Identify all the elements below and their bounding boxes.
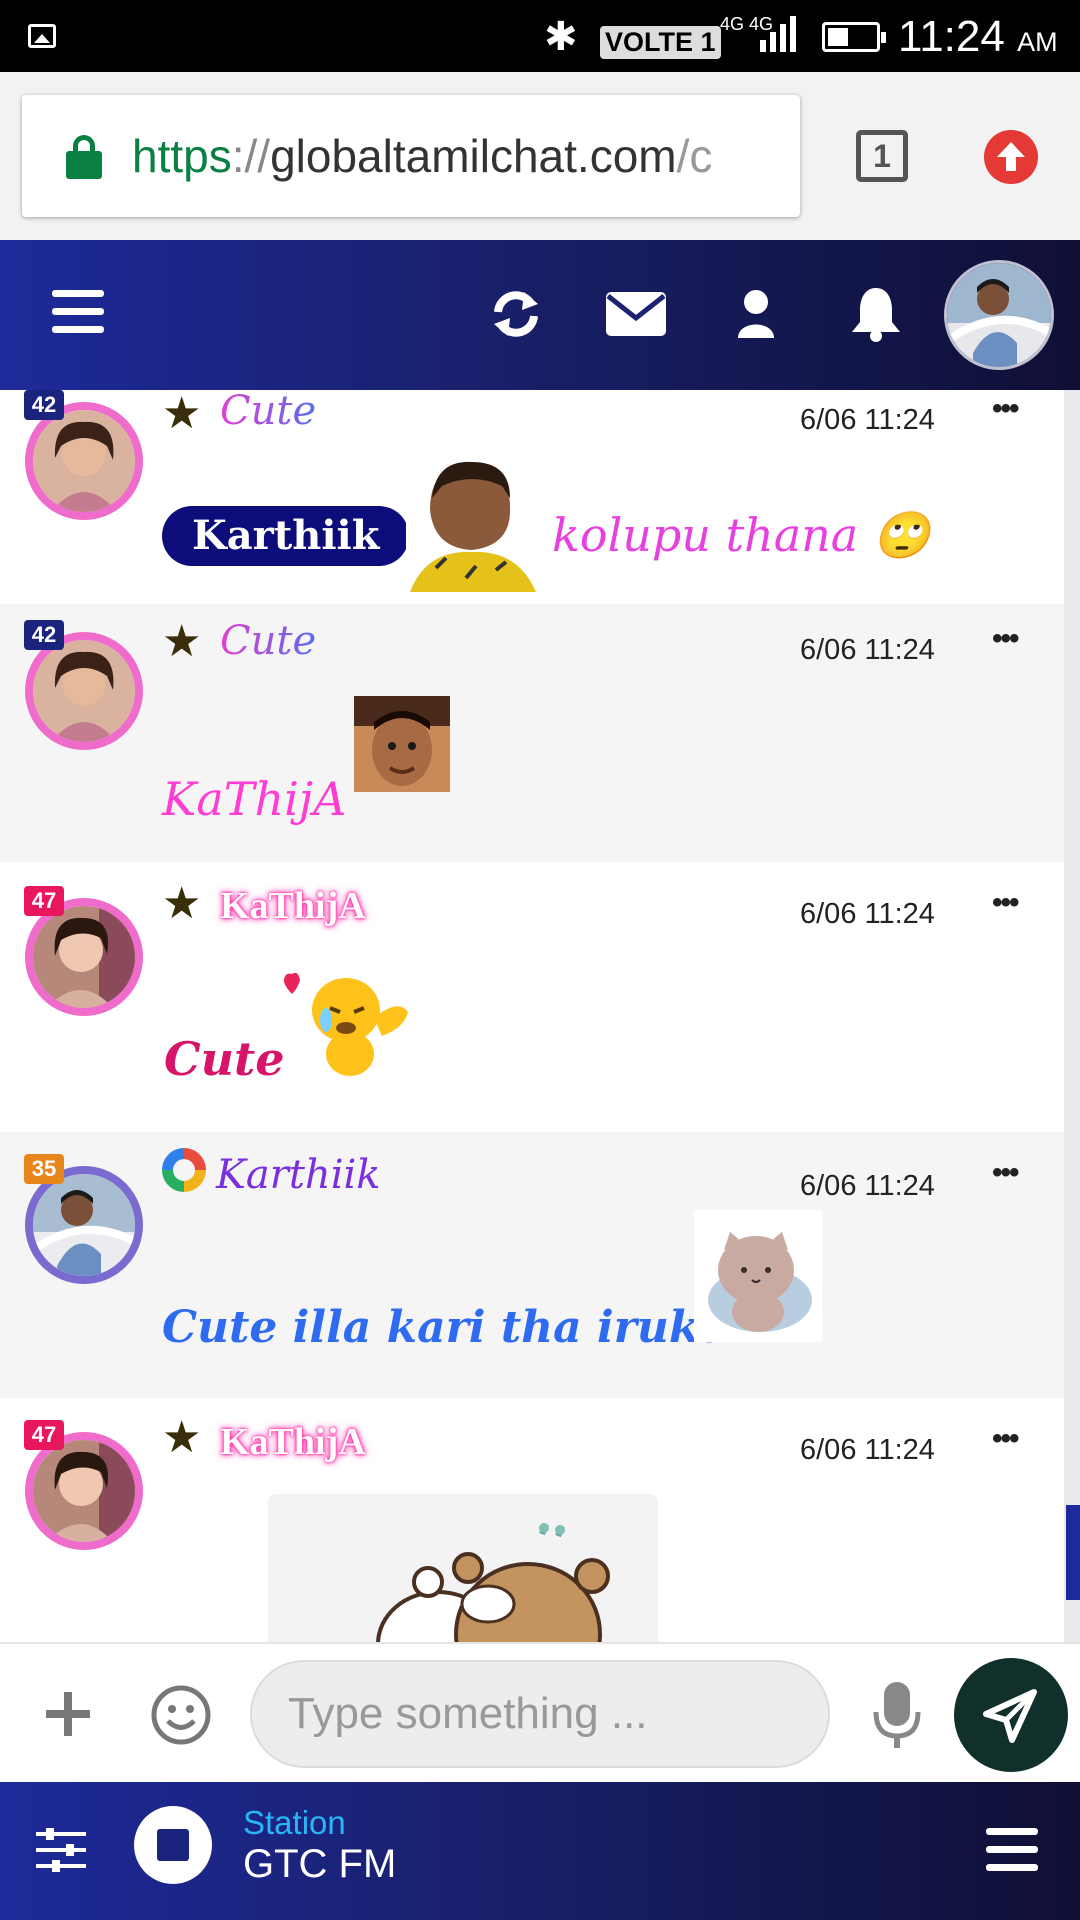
- rank-star-icon: ★: [162, 616, 202, 667]
- message-composer: [0, 1642, 1080, 1782]
- chat-message: 47 ★ KaThijA 6/06 11:24 •••: [0, 1398, 1064, 1642]
- url-bar[interactable]: https://globaltamilchat.com/c: [22, 95, 800, 217]
- more-options-icon[interactable]: •••: [992, 886, 1019, 920]
- more-options-icon[interactable]: •••: [992, 392, 1019, 426]
- message-text: kolupu thana 🙄: [552, 508, 931, 562]
- rank-star-icon: ★: [162, 878, 202, 929]
- mail-icon[interactable]: [604, 282, 668, 346]
- more-options-icon[interactable]: •••: [992, 1422, 1019, 1456]
- vip-ring-icon: [162, 1148, 206, 1192]
- tab-switcher-button[interactable]: 1: [856, 130, 908, 182]
- send-icon: [983, 1689, 1037, 1743]
- sticker-image: [694, 1210, 822, 1342]
- message-text: Cute: [164, 1032, 285, 1086]
- station-label: Station: [243, 1804, 346, 1841]
- sticker-image: [354, 696, 450, 792]
- level-badge: 47: [24, 886, 64, 916]
- user-icon[interactable]: [724, 282, 788, 346]
- menu-icon[interactable]: [52, 290, 104, 334]
- profile-avatar[interactable]: [944, 260, 1054, 370]
- sticker-image: [406, 458, 538, 592]
- rank-star-icon: ★: [162, 390, 202, 439]
- message-text: Cute illa kari tha iruku: [162, 1302, 732, 1353]
- sticker-image: [278, 958, 424, 1078]
- level-badge: 42: [24, 620, 64, 650]
- microphone-icon[interactable]: [872, 1680, 922, 1752]
- level-badge: 42: [24, 390, 64, 420]
- scrollbar-track[interactable]: [1064, 390, 1080, 1642]
- chat-message: 42 ★ Cute 6/06 11:24 ••• Karthiik kolupu…: [0, 390, 1064, 594]
- scrollbar-thumb[interactable]: [1066, 1505, 1080, 1600]
- message-time: 6/06 11:24: [800, 1434, 935, 1466]
- more-options-icon[interactable]: •••: [992, 622, 1019, 656]
- username[interactable]: KaThijA: [220, 1420, 366, 1464]
- message-time: 6/06 11:24: [800, 404, 935, 436]
- app-header: [0, 240, 1080, 390]
- volte-indicator: VOLTE 1: [600, 26, 721, 59]
- sticker-image: [268, 1494, 658, 1642]
- message-time: 6/06 11:24: [800, 634, 935, 666]
- username[interactable]: KaThijA: [220, 884, 366, 928]
- message-time: 6/06 11:24: [800, 898, 935, 930]
- lock-icon: [66, 135, 102, 179]
- clock: 11:24 AM: [898, 12, 1058, 61]
- equalizer-icon[interactable]: [36, 1828, 86, 1872]
- bluetooth-icon: ✱: [544, 14, 578, 60]
- url-text[interactable]: https://globaltamilchat.com/c: [132, 129, 712, 183]
- signal-icon: [756, 16, 800, 52]
- stop-button[interactable]: [134, 1806, 212, 1884]
- station-name: GTC FM: [243, 1842, 397, 1886]
- status-bar: ✱ VOLTE 1 4G 4G 11:24 AM: [0, 0, 1080, 72]
- level-badge: 35: [24, 1154, 64, 1184]
- radio-menu-icon[interactable]: [986, 1828, 1038, 1872]
- refresh-icon[interactable]: [484, 282, 548, 346]
- radio-player-bar: Station GTC FM: [0, 1782, 1080, 1920]
- mention-tag[interactable]: Karthiik: [162, 506, 410, 566]
- message-time: 6/06 11:24: [800, 1170, 935, 1202]
- emoji-icon[interactable]: [150, 1684, 212, 1746]
- level-badge: 47: [24, 1420, 64, 1450]
- message-text: KaThijA: [162, 772, 347, 826]
- username[interactable]: Cute: [220, 390, 316, 434]
- battery-icon: [822, 22, 886, 52]
- add-attachment-icon[interactable]: [46, 1692, 90, 1736]
- chat-messages[interactable]: 42 ★ Cute 6/06 11:24 ••• Karthiik kolupu…: [0, 390, 1064, 1642]
- app-root: ✱ VOLTE 1 4G 4G 11:24 AM https://globalt…: [0, 0, 1080, 1920]
- chat-message: 35 Karthiik 6/06 11:24 ••• Cute illa kar…: [0, 1132, 1064, 1398]
- rank-star-icon: ★: [162, 1412, 202, 1463]
- message-input[interactable]: [288, 1686, 788, 1742]
- username[interactable]: Karthiik: [216, 1152, 381, 1198]
- browser-toolbar: https://globaltamilchat.com/c 1: [0, 72, 1080, 240]
- chat-message: 42 ★ Cute 6/06 11:24 ••• KaThijA: [0, 604, 1064, 862]
- message-input-box[interactable]: [250, 1660, 830, 1768]
- more-options-icon[interactable]: •••: [992, 1156, 1019, 1190]
- chat-message: 47 ★ KaThijA 6/06 11:24 ••• Cute: [0, 862, 1064, 1132]
- stop-icon: [157, 1829, 189, 1861]
- send-button[interactable]: [954, 1658, 1068, 1772]
- upload-icon[interactable]: [984, 130, 1038, 184]
- username[interactable]: Cute: [220, 618, 316, 664]
- bell-icon[interactable]: [844, 282, 908, 346]
- gallery-notification-icon: [28, 24, 56, 48]
